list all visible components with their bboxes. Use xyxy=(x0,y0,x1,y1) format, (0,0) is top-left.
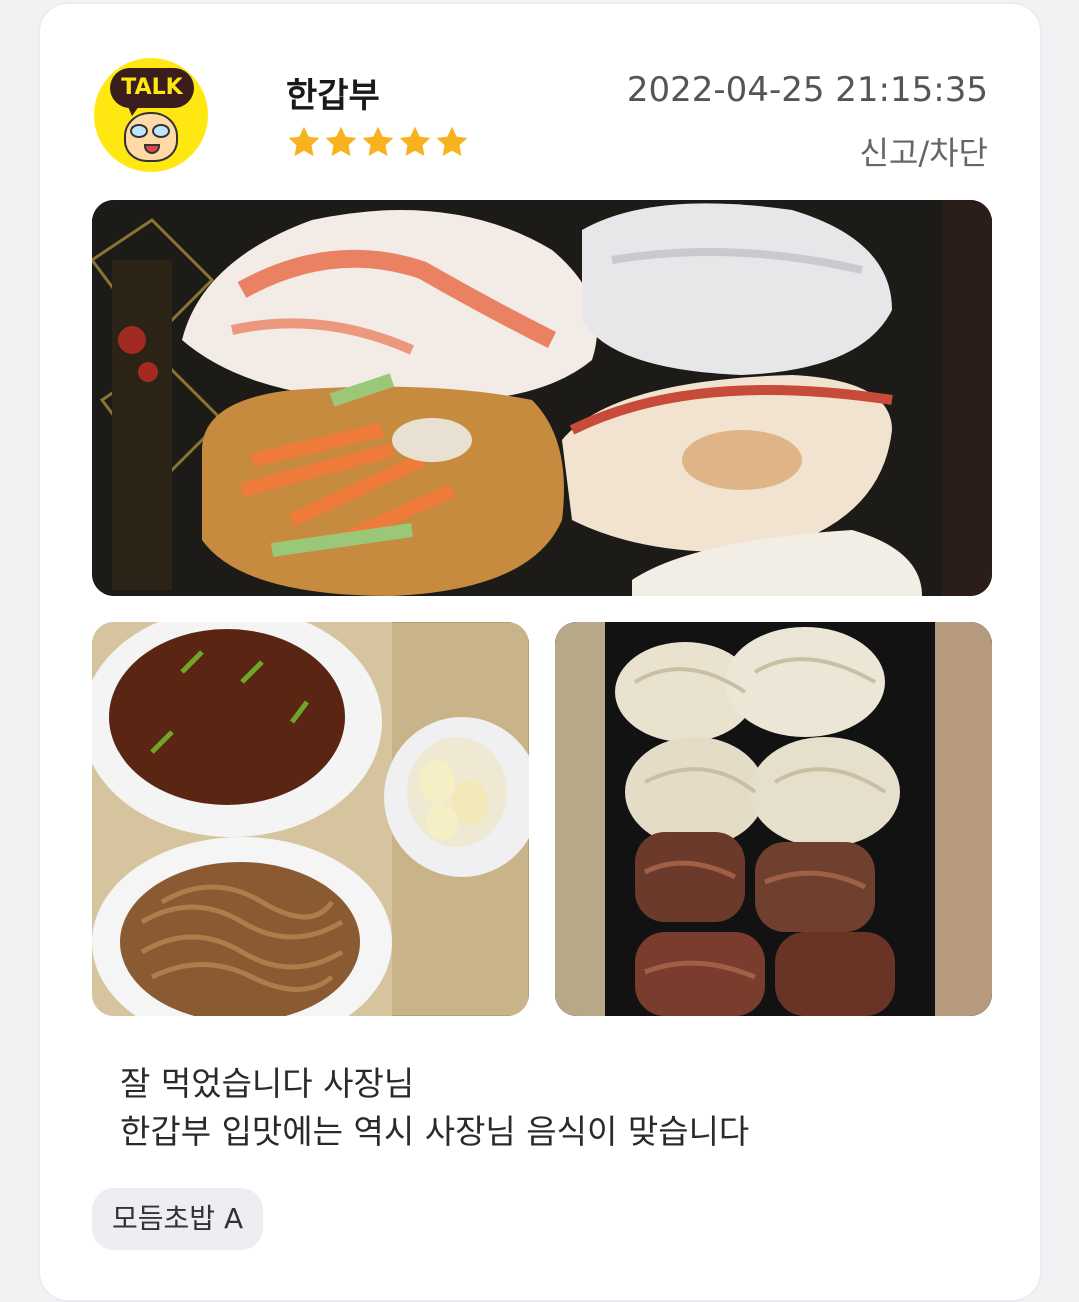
review-card: TALK 한갑부 2022-04-25 21:15:35 신고/차단 잘 먹었습… xyxy=(38,2,1042,1302)
username: 한갑부 xyxy=(286,76,380,116)
avatar[interactable]: TALK xyxy=(94,58,208,172)
star-icon xyxy=(325,126,357,156)
review-photo-beef[interactable] xyxy=(555,622,992,1016)
talk-badge: TALK xyxy=(110,68,194,108)
star-icon xyxy=(436,126,468,156)
star-icon xyxy=(288,126,320,156)
review-photo-soba[interactable] xyxy=(92,622,529,1016)
star-icon xyxy=(399,126,431,156)
review-text-line: 한갑부 입맛에는 역시 사장님 음식이 맞습니다 xyxy=(120,1112,750,1151)
menu-tag[interactable]: 모듬초밥 A xyxy=(92,1188,264,1250)
review-text: 잘 먹었습니다 사장님 한갑부 입맛에는 역시 사장님 음식이 맞습니다 xyxy=(120,1060,749,1156)
star-icon xyxy=(362,126,394,156)
report-block-link[interactable]: 신고/차단 xyxy=(859,128,988,174)
review-text-line: 잘 먹었습니다 사장님 xyxy=(120,1064,415,1103)
character-face-icon xyxy=(124,112,178,162)
review-date: 2022-04-25 21:15:35 xyxy=(626,70,988,110)
review-photo-sushi[interactable] xyxy=(92,200,992,596)
star-rating xyxy=(286,124,471,164)
